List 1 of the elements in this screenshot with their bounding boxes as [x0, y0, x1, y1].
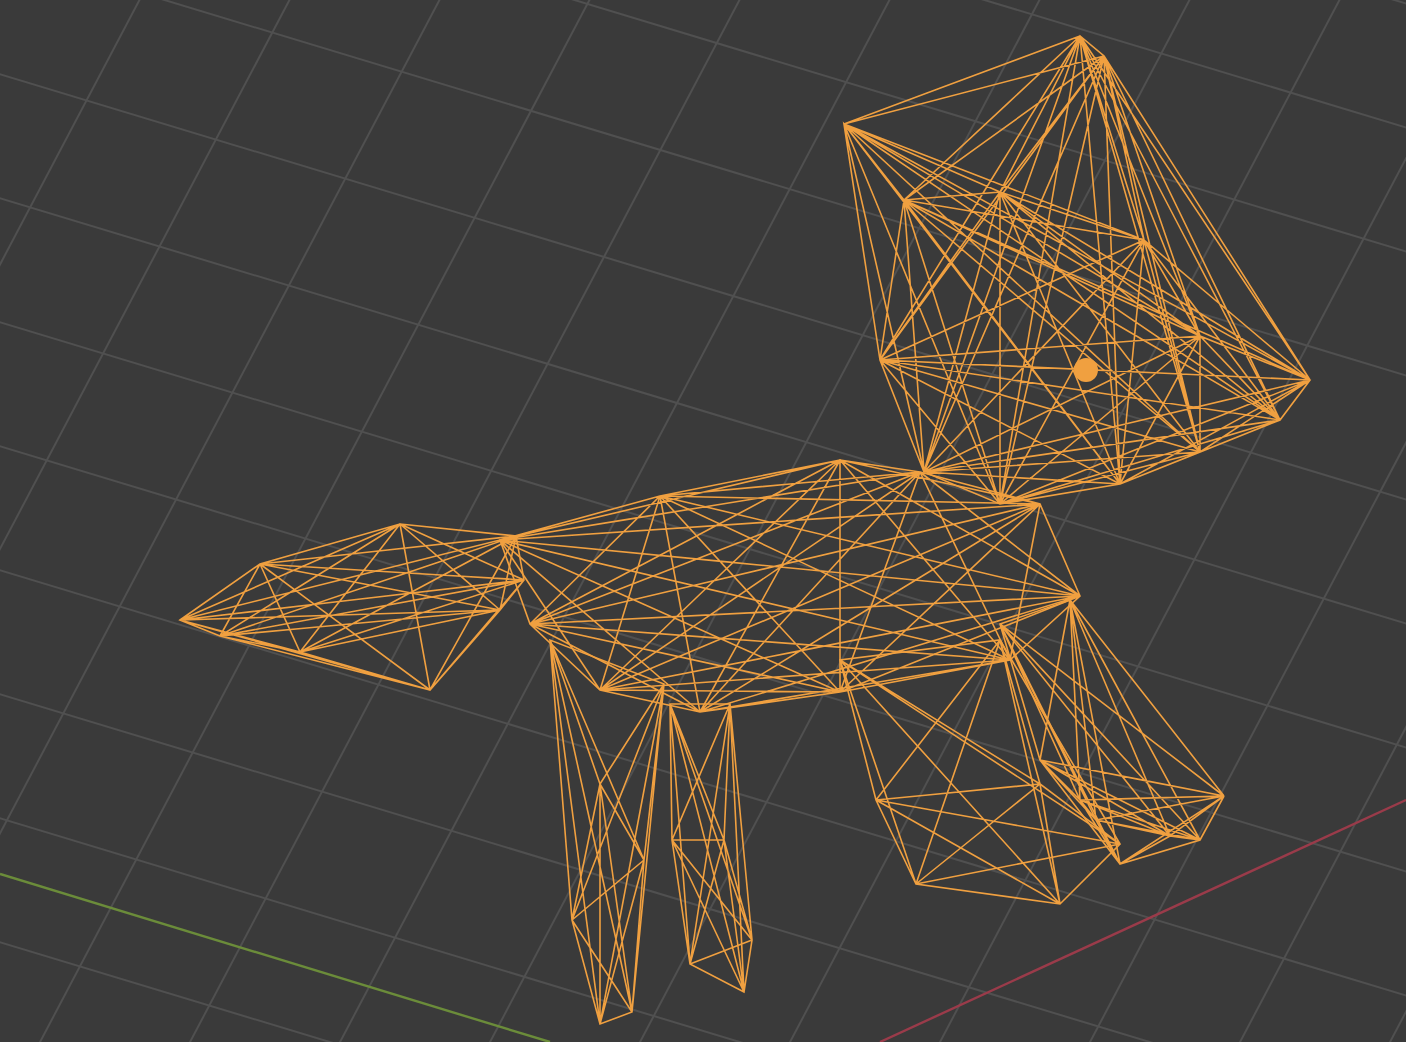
fox-wireframe-drawing[interactable] [179, 34, 1312, 1026]
